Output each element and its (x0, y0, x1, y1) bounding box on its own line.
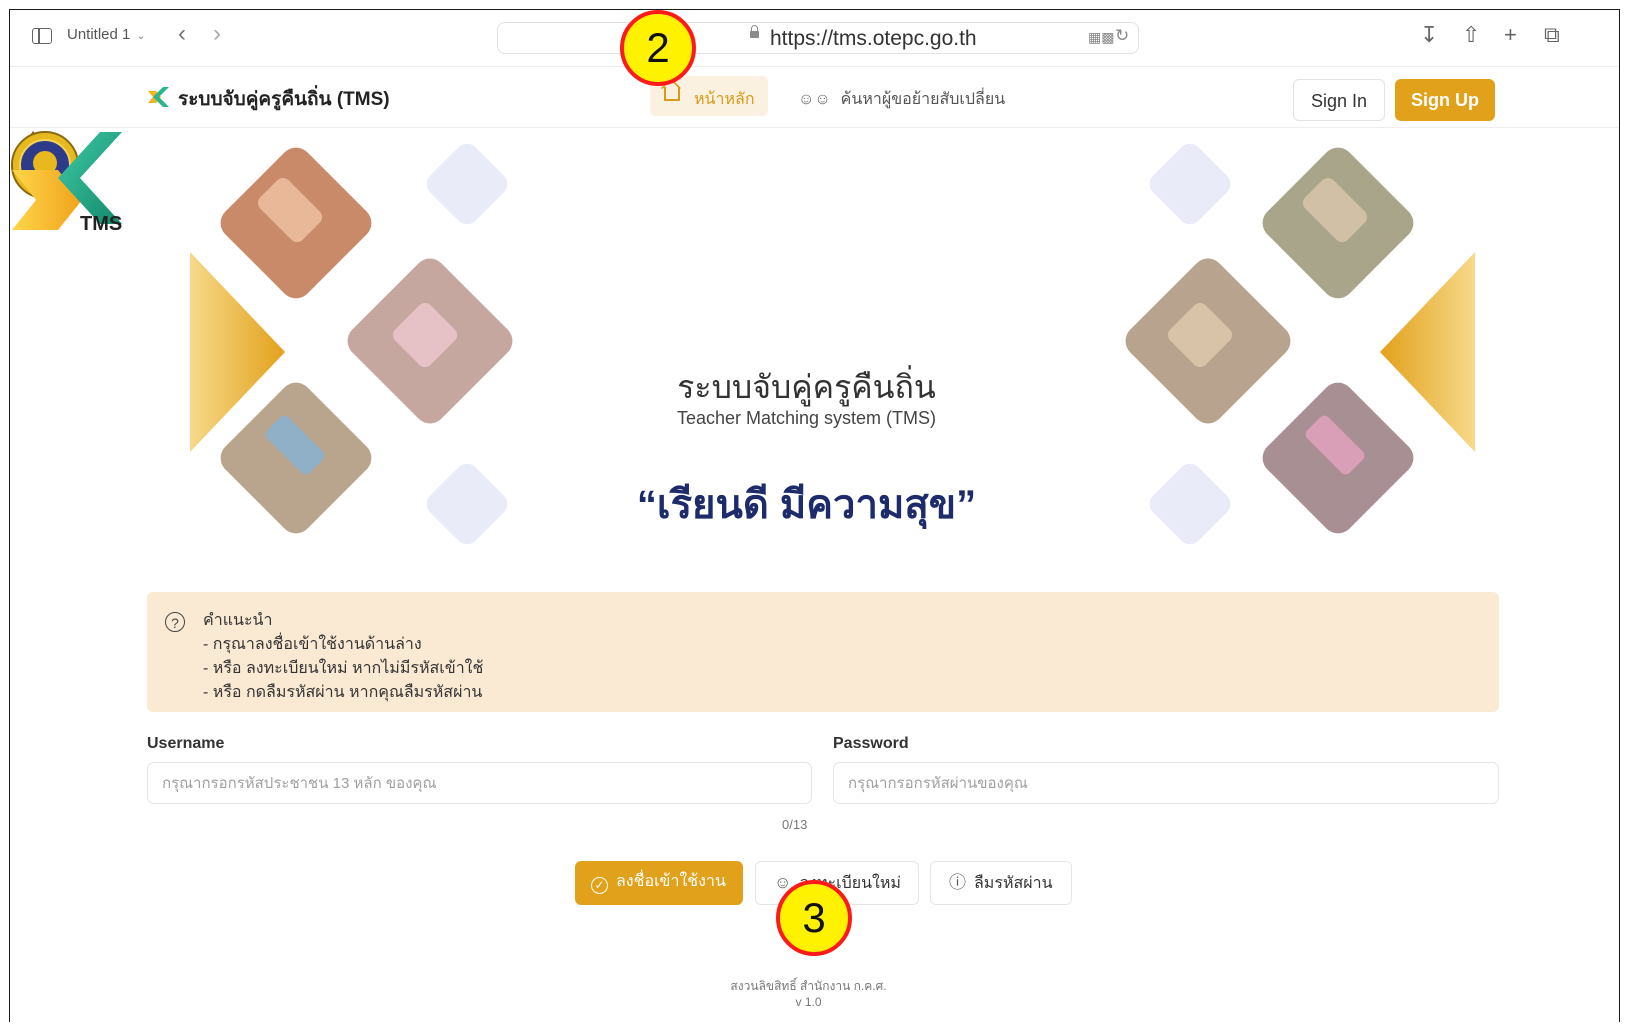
brand-title[interactable]: ระบบจับคู่ครูคืนถิ่น (TMS) (178, 84, 390, 114)
username-char-counter: 0/13 (782, 817, 808, 832)
tms-logo-text: TMS (80, 213, 122, 235)
tab-overview-icon[interactable]: ⧉ (1544, 22, 1560, 48)
login-button-label: ลงชื่อเข้าใช้งาน (616, 873, 726, 890)
notice-title: คำแนะนำ (203, 612, 273, 629)
hero-slogan: “เรียนดี มีความสุข” (636, 483, 977, 527)
site-header: ระบบจับคู่ครูคืนถิ่น (TMS) หน้าหลัก ☺☺ ค้… (10, 67, 1619, 128)
decor-diamond (426, 143, 508, 225)
notice-line: - หรือ ลงทะเบียนใหม่ หากไม่มีรหัสเข้าใช้ (203, 660, 484, 677)
question-circle-icon: ? (165, 612, 185, 632)
chevron-down-icon: ⌄ (136, 30, 146, 42)
back-arrow-icon[interactable]: ‹ (178, 20, 186, 48)
browser-window: Untitled 1 ⌄ ‹ › https://tms.otepc.go.th … (9, 9, 1620, 1022)
new-tab-plus-icon[interactable]: + (1504, 22, 1517, 48)
users-icon: ☺☺ (798, 91, 831, 108)
annotation-badge-2: 2 (620, 10, 696, 86)
sidebar-toggle-icon[interactable] (32, 28, 52, 44)
tab-group-name: Untitled 1 (67, 26, 131, 43)
share-icon[interactable]: ⇧ (1462, 22, 1480, 48)
tms-logo-mark: TMS (12, 132, 122, 235)
address-bar[interactable]: https://tms.otepc.go.th ▦▩ ↻ (497, 22, 1139, 54)
forward-arrow-icon[interactable]: › (213, 20, 221, 48)
username-label: Username (147, 735, 225, 752)
nav-search-label: ค้นหาผู้ขอย้ายสับเปลี่ยน (840, 91, 1006, 108)
notice-line: - กรุณาลงชื่อเข้าใช้งานด้านล่าง (203, 636, 422, 653)
browser-toolbar: Untitled 1 ⌄ ‹ › https://tms.otepc.go.th … (10, 10, 1619, 67)
url-text: https://tms.otepc.go.th (770, 27, 977, 50)
annotation-badge-3: 3 (776, 880, 852, 956)
footer-copyright: สงวนลิขสิทธิ์ สำนักงาน ก.ค.ศ. (730, 979, 887, 993)
instructions-notice: ? คำแนะนำ - กรุณาลงชื่อเข้าใช้งานด้านล่า… (147, 592, 1499, 712)
forgot-password-button[interactable]: ⓘ ลืมรหัสผ่าน (930, 861, 1072, 905)
tab-group-selector[interactable]: Untitled 1 ⌄ (67, 26, 146, 43)
download-icon[interactable]: ↧ (1420, 22, 1438, 48)
hero-title-th: ระบบจับคู่ครูคืนถิ่น (677, 369, 936, 405)
username-input[interactable] (147, 762, 812, 804)
help-circle-icon: ⓘ (949, 873, 966, 892)
sign-up-button[interactable]: Sign Up (1395, 79, 1495, 121)
reload-icon[interactable]: ↻ (1115, 26, 1129, 46)
check-circle-icon: ✓ (591, 877, 608, 894)
forgot-password-label: ลืมรหัสผ่าน (974, 875, 1053, 892)
login-button[interactable]: ✓ ลงชื่อเข้าใช้งาน (575, 861, 743, 905)
password-input[interactable] (833, 762, 1499, 804)
nav-search-transfer[interactable]: ☺☺ ค้นหาผู้ขอย้ายสับเปลี่ยน (798, 87, 1005, 112)
nav-home-label: หน้าหลัก (694, 91, 755, 108)
footer-version: v 1.0 (795, 995, 822, 1009)
home-icon (664, 87, 680, 101)
password-label: Password (833, 735, 909, 752)
hero-title-en: Teacher Matching system (TMS) (676, 408, 937, 428)
sign-in-button[interactable]: Sign In (1293, 79, 1385, 121)
translate-icon[interactable]: ▦▩ (1088, 29, 1114, 46)
tms-logo-icon[interactable] (147, 85, 171, 109)
notice-line: - หรือ กดลืมรหัสผ่าน หากคุณลืมรหัสผ่าน (203, 684, 483, 701)
hero-banner: TMS ระบบจับคู่ครูคืนถิ่น Teacher Matchin… (10, 130, 1619, 580)
lock-icon (750, 25, 759, 38)
